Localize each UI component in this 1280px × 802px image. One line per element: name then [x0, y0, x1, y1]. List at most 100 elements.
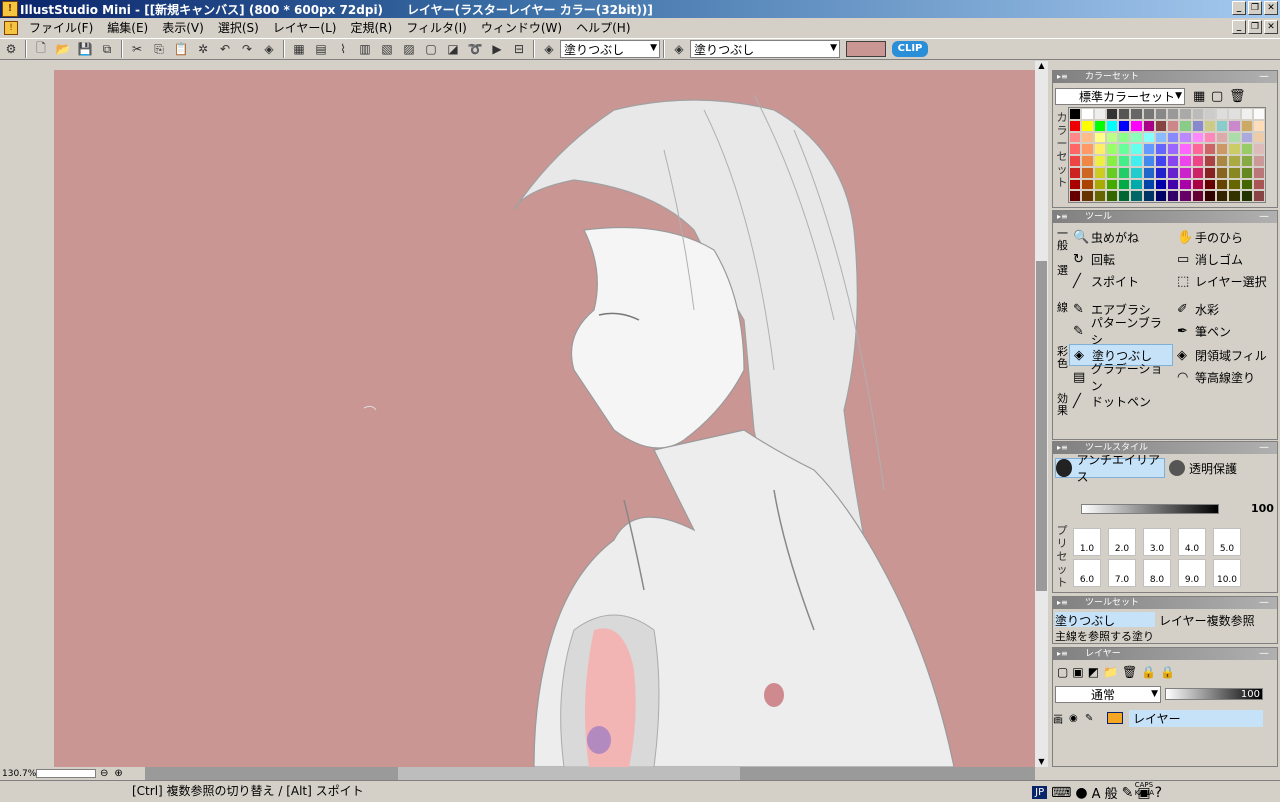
color-swatch[interactable] — [1142, 178, 1155, 191]
color-swatch[interactable] — [1069, 190, 1082, 202]
color-swatch[interactable] — [1118, 166, 1131, 179]
tool-pattern-brush[interactable]: ✎ パターンブラシ — [1069, 316, 1173, 347]
color-swatch[interactable] — [1154, 119, 1167, 132]
ime-ball-icon[interactable]: ● — [1075, 785, 1087, 801]
minimize-icon[interactable]: — — [1259, 71, 1269, 83]
color-swatch[interactable] — [1105, 178, 1118, 191]
color-swatch[interactable] — [1081, 166, 1094, 179]
minimize-icon[interactable]: — — [1259, 442, 1269, 454]
minimize-icon[interactable]: — — [1259, 211, 1269, 223]
curve-icon[interactable]: ⌇ — [333, 39, 353, 59]
color-swatch[interactable] — [1240, 119, 1253, 132]
color-swatch[interactable] — [1191, 131, 1204, 144]
minimize-icon[interactable]: — — [1259, 648, 1269, 660]
color-swatch[interactable] — [1093, 143, 1106, 155]
visibility-eye-icon[interactable]: ◉ — [1069, 713, 1085, 724]
color-swatch[interactable] — [1081, 131, 1094, 144]
canvas-vertical-scrollbar[interactable]: ▲ ▼ — [1035, 61, 1048, 767]
color-swatch[interactable] — [1179, 143, 1192, 155]
save-as-icon[interactable]: ⧉ — [97, 39, 117, 59]
menu-edit[interactable]: 編集(E) — [100, 19, 155, 36]
tool-brush-pen[interactable]: ✒ 筆ペン — [1173, 320, 1277, 342]
menu-help[interactable]: ヘルプ(H) — [569, 19, 637, 36]
scroll-thumb[interactable] — [398, 767, 740, 780]
color-swatch[interactable] — [1240, 155, 1253, 167]
color-swatch[interactable] — [1069, 166, 1082, 179]
menu-window[interactable]: ウィンドウ(W) — [474, 19, 569, 36]
color-swatch[interactable] — [1081, 108, 1094, 120]
ime-mode[interactable]: A 般 — [1092, 783, 1118, 802]
doc-minimize-button[interactable]: _ — [1232, 20, 1246, 34]
grip-icon[interactable]: ▸≡ — [1057, 442, 1068, 454]
doc-close-button[interactable]: ✕ — [1264, 20, 1278, 34]
color-set-new-icon[interactable]: ▢ — [1211, 89, 1223, 104]
color-swatch[interactable] — [1252, 166, 1265, 179]
color-swatch[interactable] — [1130, 190, 1143, 202]
color-balance-icon[interactable]: ▥ — [355, 39, 375, 59]
color-swatch[interactable] — [1228, 190, 1241, 202]
color-swatch[interactable] — [1118, 178, 1131, 191]
zoom-out-icon[interactable]: ⊖ — [100, 768, 108, 779]
brush-size-preset[interactable]: 4.0 — [1178, 528, 1206, 556]
new-raster-icon[interactable]: ▣ — [1072, 665, 1083, 679]
layer-opacity-slider[interactable]: 100 — [1165, 688, 1263, 700]
grip-icon[interactable]: ▸≡ — [1057, 71, 1068, 83]
menu-filter[interactable]: フィルタ(I) — [399, 19, 474, 36]
color-swatch[interactable] — [1105, 143, 1118, 155]
color-swatch[interactable] — [1167, 166, 1180, 179]
color-swatch[interactable] — [1069, 155, 1082, 167]
color-swatch[interactable] — [1252, 119, 1265, 132]
color-swatch[interactable] — [1203, 131, 1216, 144]
color-swatch[interactable] — [1081, 178, 1094, 191]
color-swatch[interactable] — [1093, 119, 1106, 132]
scroll-down-arrow[interactable]: ▼ — [1035, 757, 1048, 767]
color-swatch[interactable] — [1093, 178, 1106, 191]
color-swatch[interactable] — [1167, 178, 1180, 191]
pen-icon[interactable]: ✎ — [1085, 713, 1101, 724]
tool-contour[interactable]: ◠ 等高線塗り — [1173, 366, 1277, 388]
subtool-select[interactable]: 塗りつぶし ▼ — [690, 40, 840, 58]
color-swatch[interactable] — [1252, 143, 1265, 155]
doc-icon[interactable]: ! — [4, 20, 18, 35]
tool-dot-pen[interactable]: ╱ ドットペン — [1069, 390, 1173, 412]
color-swatch[interactable] — [1179, 178, 1192, 191]
menu-ruler[interactable]: 定規(R) — [344, 19, 400, 36]
color-swatch[interactable] — [1240, 166, 1253, 179]
color-swatch[interactable] — [1252, 190, 1265, 202]
color-swatch[interactable] — [1069, 131, 1082, 144]
color-swatch[interactable] — [1142, 119, 1155, 132]
scroll-up-arrow[interactable]: ▲ — [1035, 61, 1048, 71]
brush-size-preset[interactable]: 1.0 — [1073, 528, 1101, 556]
color-swatch[interactable] — [1130, 166, 1143, 179]
color-swatch[interactable] — [1191, 155, 1204, 167]
color-swatch[interactable] — [1118, 131, 1131, 144]
color-swatch[interactable] — [1228, 131, 1241, 144]
color-swatch[interactable] — [1216, 143, 1229, 155]
tool-hand[interactable]: ✋ 手のひら — [1173, 226, 1277, 248]
color-swatch[interactable] — [1142, 131, 1155, 144]
color-swatch[interactable] — [1228, 155, 1241, 167]
color-swatch[interactable] — [1118, 119, 1131, 132]
color-swatch[interactable] — [1203, 166, 1216, 179]
clip-logo[interactable]: CLIP — [892, 41, 928, 57]
new-vector-icon[interactable]: ◩ — [1088, 665, 1099, 679]
color-swatch[interactable] — [1216, 190, 1229, 202]
save-icon[interactable]: 💾 — [75, 39, 95, 59]
play-icon[interactable]: ▶ — [487, 39, 507, 59]
color-swatch[interactable] — [1130, 131, 1143, 144]
color-swatch[interactable] — [1240, 131, 1253, 144]
color-swatch[interactable] — [1130, 155, 1143, 167]
layer-name[interactable]: レイヤー — [1129, 709, 1263, 727]
paste-icon[interactable]: 📋 — [171, 39, 191, 59]
color-swatch[interactable] — [1167, 108, 1180, 120]
fill-tool-icon[interactable]: ◈ — [259, 39, 279, 59]
color-swatch[interactable] — [1118, 143, 1131, 155]
window-icon[interactable]: ▢ — [421, 39, 441, 59]
brush-size-preset[interactable]: 10.0 — [1213, 559, 1241, 587]
color-swatch[interactable] — [1240, 143, 1253, 155]
color-swatch[interactable] — [1216, 119, 1229, 132]
menu-view[interactable]: 表示(V) — [155, 19, 211, 36]
color-swatch[interactable] — [1154, 155, 1167, 167]
color-swatch[interactable] — [1069, 119, 1082, 132]
minimize-icon[interactable]: — — [1259, 597, 1269, 609]
